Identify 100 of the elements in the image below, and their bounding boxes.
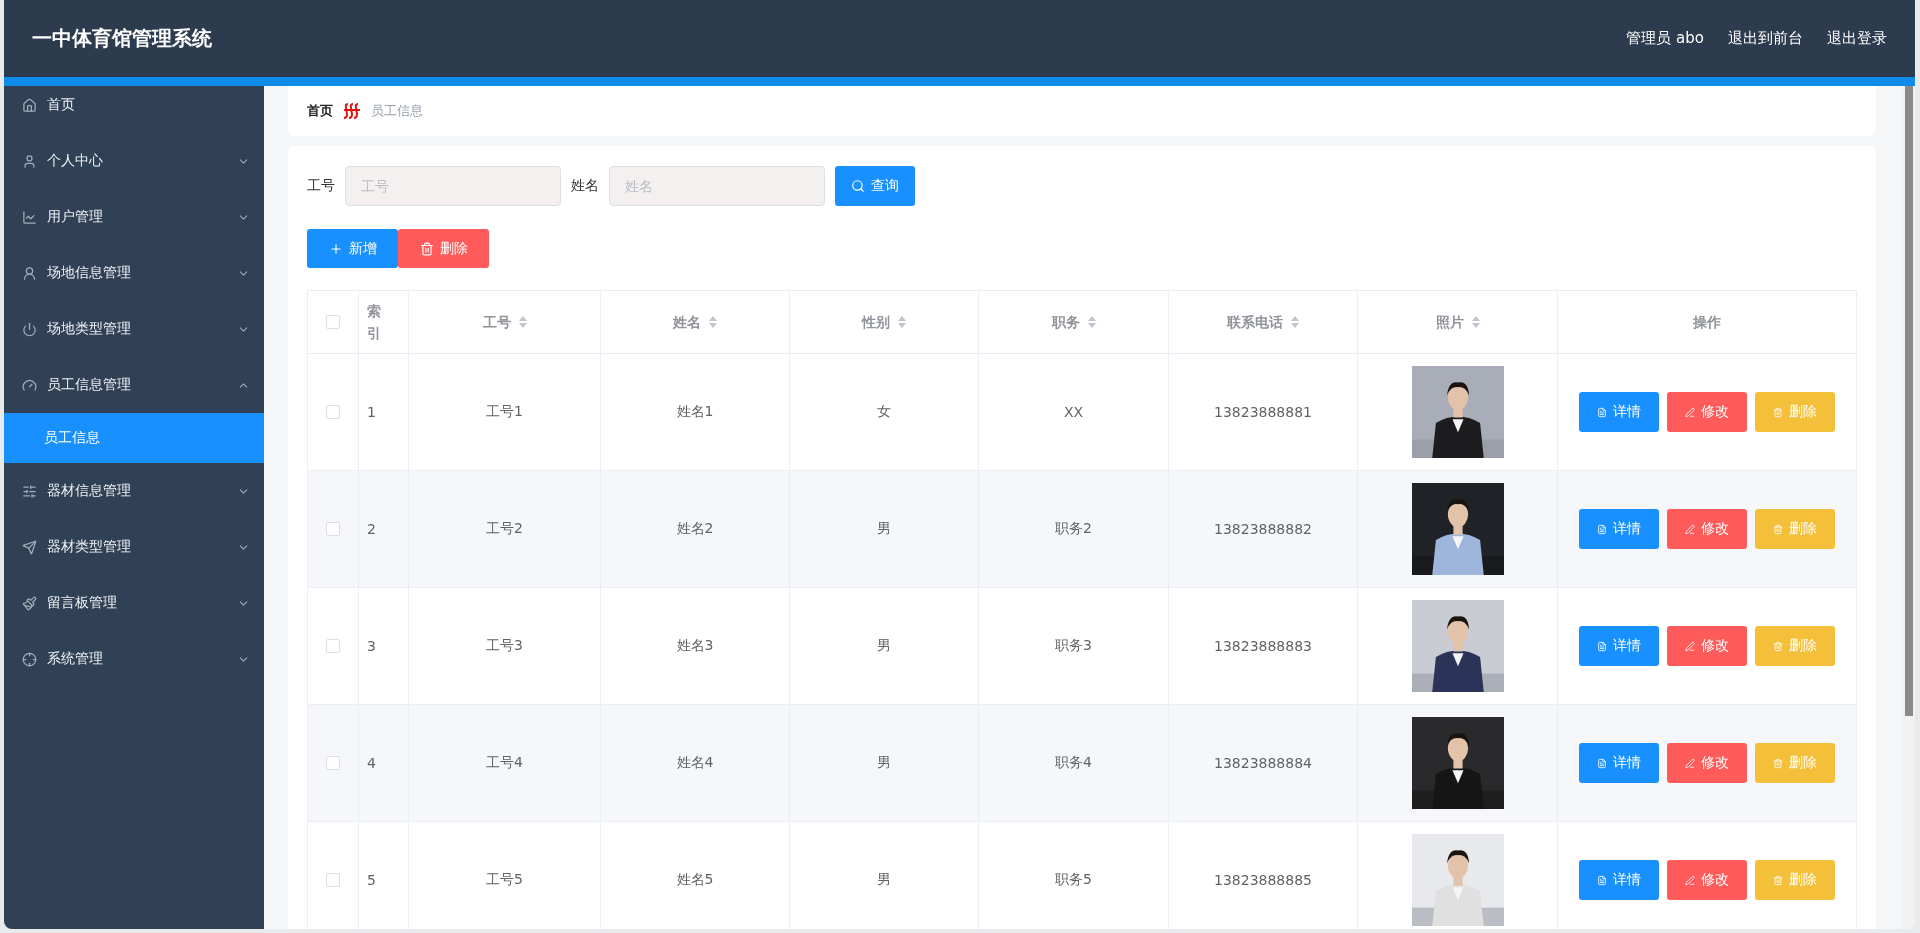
table-cell: 男 [877,871,891,889]
pencil-icon [1685,756,1695,770]
sidebar-item[interactable]: 员工信息管理 [4,357,264,413]
detail-button[interactable]: 详情 [1579,509,1659,549]
table-cell: 4 [367,755,376,771]
details-icon [1597,873,1607,887]
delete-button[interactable]: 删除 [1755,743,1835,783]
table-cell: 姓名1 [676,403,714,421]
sidebar-item[interactable]: 器材信息管理 [4,463,264,519]
edit-button[interactable]: 修改 [1667,743,1747,783]
column-header[interactable]: 性别 [862,310,890,334]
table-cell: 1 [367,404,376,420]
add-button[interactable]: 新增 [307,229,398,268]
table-cell: 工号1 [486,403,523,421]
edit-button[interactable]: 修改 [1667,626,1747,666]
sidebar-item[interactable]: 个人中心 [4,133,264,189]
table-cell: 13823888884 [1214,755,1312,771]
checkbox[interactable] [326,639,340,653]
menu-item-icon [22,153,37,169]
checkbox[interactable] [326,756,340,770]
table-cell: 13823888885 [1214,872,1312,888]
sidebar-item[interactable]: 器材类型管理 [4,519,264,575]
delete-button[interactable]: 删除 [1755,860,1835,900]
edit-button[interactable]: 修改 [1667,860,1747,900]
field-label: 姓名 [571,177,599,195]
separator-icon [343,103,361,119]
edit-button[interactable]: 修改 [1667,509,1747,549]
trash-icon [1773,522,1783,536]
sort-icon[interactable] [1087,316,1096,328]
table-cell: 13823888882 [1214,521,1312,537]
sidebar-item[interactable]: 留言板管理 [4,575,264,631]
table-cell: 姓名2 [676,520,714,538]
pencil-icon [1685,405,1695,419]
submenu-item[interactable]: 员工信息 [4,413,264,463]
delete-button[interactable]: 删除 [1755,626,1835,666]
app-title: 一中体育馆管理系统 [32,25,212,52]
trash-icon [1773,873,1783,887]
sort-icon[interactable] [1291,316,1299,328]
table-cell: 姓名3 [676,637,714,655]
trash-icon [1773,639,1783,653]
table-cell: 5 [367,872,376,888]
table-cell: 职务2 [1055,520,1092,538]
table-cell: 2 [367,521,376,537]
column-header[interactable]: 工号 [482,310,511,334]
sort-icon[interactable] [1471,316,1480,328]
table-cell: 工号5 [486,871,523,889]
header-link[interactable]: 管理员 abo [1626,29,1704,48]
details-icon [1597,756,1607,770]
delete-button[interactable]: 删除 [1755,392,1835,432]
search-field[interactable]: 工号 [345,166,561,206]
details-icon [1597,639,1607,653]
search-button[interactable]: 查询 [835,166,915,206]
menu-item-icon [22,651,37,667]
menu-item-icon [22,209,37,225]
table-cell: 3 [367,638,376,654]
table-cell: 职务4 [1055,754,1092,772]
edit-button[interactable]: 修改 [1667,392,1747,432]
sidebar-item[interactable]: 系统管理 [4,631,264,687]
menu-item-icon [22,595,37,611]
detail-button[interactable]: 详情 [1579,392,1659,432]
table-cell: 男 [877,637,891,655]
scrollbar[interactable] [1903,86,1915,929]
column-header[interactable]: 姓名 [673,310,701,334]
sidebar-item[interactable]: 用户管理 [4,189,264,245]
pencil-icon [1685,639,1695,653]
checkbox[interactable] [326,522,340,536]
header-link[interactable]: 退出到前台 [1728,29,1803,48]
trash-icon [1773,405,1783,419]
header-link[interactable]: 退出登录 [1827,29,1887,48]
search-field[interactable]: 姓名 [609,166,825,206]
sort-icon[interactable] [898,316,906,328]
table-cell: 姓名4 [676,754,714,772]
column-header[interactable]: 照片 [1435,310,1464,334]
delete-button[interactable]: 删除 [1755,509,1835,549]
checkbox[interactable] [326,873,340,887]
table-cell: 工号4 [486,754,523,772]
column-header[interactable]: 职务 [1051,310,1080,334]
table-cell: 女 [877,403,891,421]
sidebar-item[interactable]: 首页 [4,86,264,133]
sidebar-item[interactable]: 场地类型管理 [4,301,264,357]
breadcrumb-item[interactable]: 首页 [307,102,333,120]
trash-icon [1773,756,1783,770]
plus-icon [328,241,343,256]
column-header: 索引 [367,301,382,343]
sidebar-item[interactable]: 场地信息管理 [4,245,264,301]
checkbox[interactable] [326,405,340,419]
sort-icon[interactable] [518,316,527,328]
pencil-icon [1685,522,1695,536]
sort-icon[interactable] [709,316,717,328]
detail-button[interactable]: 详情 [1579,626,1659,666]
menu-item-icon [22,539,37,555]
checkbox[interactable] [326,315,340,329]
table-cell: XX [1063,404,1084,420]
delete-button[interactable]: 删除 [398,229,489,268]
menu-item-icon [22,265,37,281]
table-cell: 13823888883 [1214,638,1312,654]
column-header[interactable]: 联系电话 [1227,310,1283,334]
detail-button[interactable]: 详情 [1579,743,1659,783]
detail-button[interactable]: 详情 [1579,860,1659,900]
menu-item-icon [22,321,37,337]
